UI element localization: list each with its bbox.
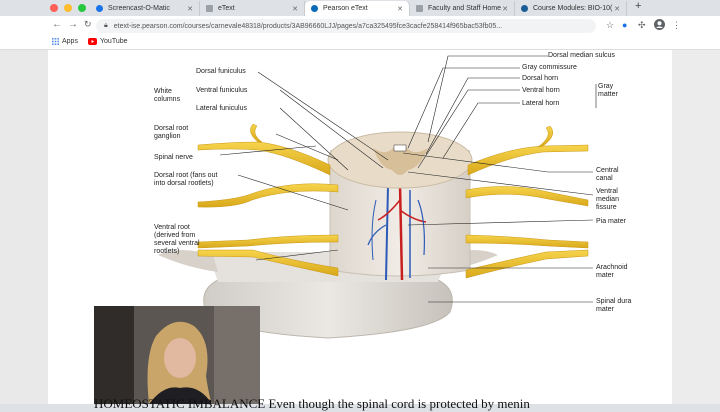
- tab-etext[interactable]: eText ✕: [200, 1, 305, 16]
- label-dorsal-root: Dorsal root (fans out into dorsal rootle…: [154, 172, 218, 187]
- label-ventral-horn: Ventral horn: [522, 87, 560, 94]
- close-tab-icon[interactable]: ✕: [397, 5, 403, 13]
- label-white-columns: White columns: [154, 88, 181, 103]
- label-dorsal-median-sulcus: Dorsal median sulcus: [548, 52, 615, 59]
- page-favicon-icon: [416, 5, 423, 12]
- tab-screencast[interactable]: Screencast-O-Matic ✕: [90, 1, 200, 16]
- pearson-favicon-icon: [311, 5, 318, 12]
- label-lateral-horn: Lateral horn: [522, 100, 560, 107]
- bookmark-label: YouTube: [100, 38, 128, 45]
- tab-title: eText: [218, 5, 235, 12]
- tab-course-modules[interactable]: Course Modules: BIO-10( ✕: [515, 1, 627, 16]
- tab-title: Screencast-O-Matic: [108, 5, 170, 12]
- tab-title: Pearson eText: [323, 5, 368, 12]
- label-arachnoid-mater: Arachnoid mater: [596, 264, 628, 279]
- label-gray-commissure: Gray commissure: [522, 64, 577, 71]
- minimize-window-button[interactable]: [64, 4, 72, 12]
- address-bar[interactable]: 🔒︎ etext-ise.pearson.com/courses/carneva…: [96, 19, 596, 33]
- window-controls: [50, 4, 86, 12]
- label-gray-matter: Gray matter: [598, 83, 618, 98]
- label-ventral-median-fissure: Ventral median fissure: [596, 188, 619, 211]
- youtube-icon: [88, 38, 97, 45]
- profile-avatar-icon[interactable]: [654, 19, 665, 32]
- new-tab-button[interactable]: +: [635, 0, 641, 12]
- bookmarks-bar: Apps YouTube: [0, 36, 720, 50]
- extensions-puzzle-icon[interactable]: ✣: [638, 20, 646, 31]
- bookmark-youtube[interactable]: YouTube: [88, 38, 128, 45]
- close-tab-icon[interactable]: ✕: [292, 5, 298, 13]
- close-window-button[interactable]: [50, 4, 58, 12]
- label-spinal-nerve: Spinal nerve: [154, 154, 193, 161]
- close-tab-icon[interactable]: ✕: [614, 5, 620, 13]
- label-dorsal-horn: Dorsal horn: [522, 75, 559, 82]
- menu-kebab-icon[interactable]: ⋮: [672, 20, 681, 31]
- tab-title: Faculty and Staff Home: [428, 5, 502, 12]
- zoom-window-button[interactable]: [78, 4, 86, 12]
- tab-bar: Screencast-O-Matic ✕ eText ✕ Pearson eTe…: [0, 0, 720, 16]
- label-ventral-root: Ventral root (derived from several ventr…: [154, 224, 200, 255]
- browser-toolbar: ← → ↻ 🔒︎ etext-ise.pearson.com/courses/c…: [0, 16, 720, 36]
- lock-icon: 🔒︎: [104, 22, 108, 29]
- close-tab-icon[interactable]: ✕: [502, 5, 508, 13]
- close-tab-icon[interactable]: ✕: [187, 5, 193, 13]
- webcam-overlay: [94, 306, 260, 404]
- page-favicon-icon: [206, 5, 213, 12]
- left-margin: [0, 50, 48, 404]
- bookmark-apps[interactable]: Apps: [52, 38, 78, 45]
- label-pia-mater: Pia mater: [596, 218, 626, 225]
- label-dorsal-root-ganglion: Dorsal root ganglion: [154, 125, 189, 140]
- tab-pearson-etext[interactable]: Pearson eText ✕: [305, 1, 410, 16]
- label-ventral-funiculus: Ventral funiculus: [196, 87, 248, 94]
- presenter-video: [94, 306, 260, 404]
- screencast-favicon-icon: [96, 5, 103, 12]
- bookmark-star-icon[interactable]: ☆: [606, 20, 614, 31]
- tab-faculty-home[interactable]: Faculty and Staff Home ✕: [410, 1, 515, 16]
- label-spinal-dura-mater: Spinal dura mater: [596, 298, 632, 313]
- reload-icon[interactable]: ↻: [84, 19, 92, 30]
- forward-arrow-icon[interactable]: →: [68, 19, 78, 30]
- bookmark-label: Apps: [62, 38, 78, 45]
- body-text-heading: HOMEOSTATIC IMBALANCE Even though the sp…: [94, 396, 530, 411]
- apps-grid-icon: [52, 38, 59, 45]
- tab-title: Course Modules: BIO-10(: [533, 5, 613, 12]
- url-text: etext-ise.pearson.com/courses/carnevale4…: [113, 22, 503, 30]
- label-central-canal: Central canal: [596, 167, 619, 182]
- back-arrow-icon[interactable]: ←: [52, 19, 62, 30]
- right-margin: [672, 50, 720, 404]
- label-lateral-funiculus: Lateral funiculus: [196, 105, 247, 112]
- label-dorsal-funiculus: Dorsal funiculus: [196, 68, 246, 75]
- canvas-favicon-icon: [521, 5, 528, 12]
- screencast-extension-icon[interactable]: ●: [622, 20, 627, 30]
